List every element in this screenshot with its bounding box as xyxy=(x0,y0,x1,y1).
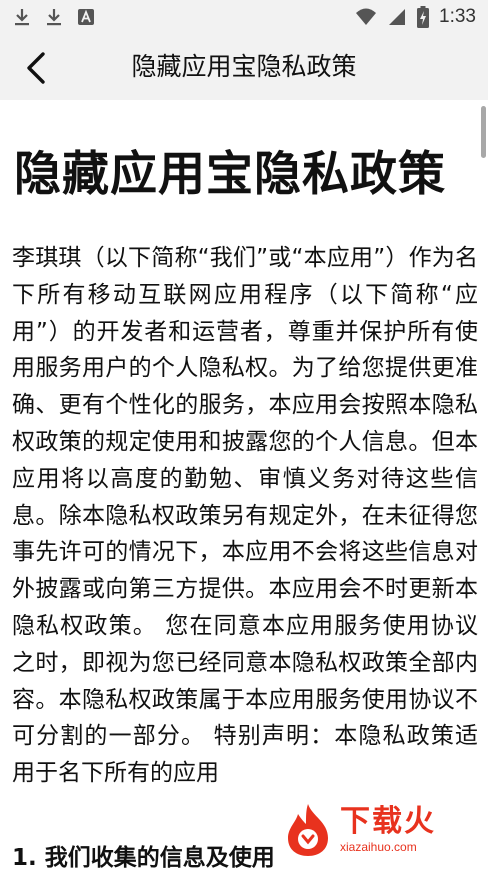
section-heading: 1. 我们收集的信息及使用 xyxy=(12,845,275,871)
app-bar-title: 隐藏应用宝隐私政策 xyxy=(131,52,357,81)
status-bar: 1:33 xyxy=(0,0,488,34)
document-title: 隐藏应用宝隐私政策 xyxy=(14,147,446,202)
watermark-brand: 下载火 xyxy=(340,804,436,839)
download-icon xyxy=(15,9,29,26)
flame-logo-icon xyxy=(288,804,328,856)
app-bar: 隐藏应用宝隐私政策 xyxy=(0,34,488,100)
watermark-text: 下载火 xiazaihuo.com xyxy=(340,804,436,854)
battery-charging-icon xyxy=(417,6,430,28)
status-bar-system: 1:33 xyxy=(355,6,476,28)
notification-a-icon xyxy=(78,9,94,25)
status-bar-notifications xyxy=(12,7,96,27)
download-icon xyxy=(47,9,61,26)
signal-icon xyxy=(389,9,406,25)
document-body: 李琪琪（以下简称“我们”或“本应用”）作为名下所有移动互联网应用程序（以下简称“… xyxy=(12,245,478,787)
watermark-url: xiazaihuo.com xyxy=(340,840,417,854)
watermark: 下载火 xiazaihuo.com xyxy=(282,798,482,862)
scrollbar[interactable] xyxy=(481,106,486,158)
clock: 1:33 xyxy=(439,6,476,27)
wifi-icon xyxy=(356,8,377,25)
